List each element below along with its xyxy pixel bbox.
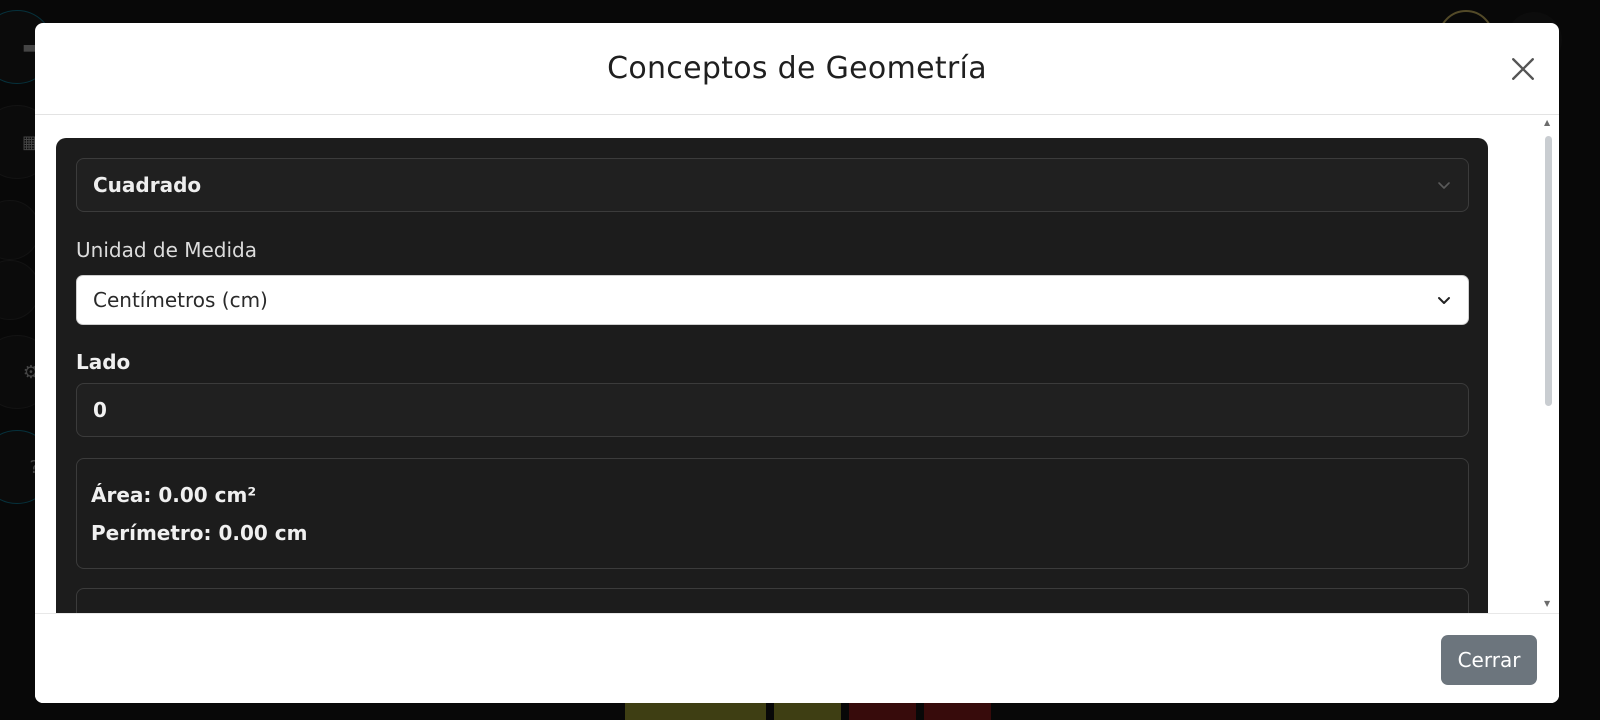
scroll-down-icon[interactable]: ▼: [1544, 599, 1550, 608]
scroll-thumb[interactable]: [1545, 136, 1552, 406]
side-input[interactable]: [76, 383, 1469, 437]
modal-scrollbar[interactable]: ▲ ▼: [1543, 118, 1553, 608]
chevron-down-icon: [1438, 182, 1450, 189]
close-icon: [1512, 58, 1534, 80]
close-modal-button[interactable]: Cerrar: [1441, 635, 1537, 685]
modal-header: Conceptos de Geometría: [35, 23, 1559, 115]
side-label: Lado: [76, 350, 131, 374]
unit-select-value: Centímetros (cm): [93, 288, 268, 312]
unit-label: Unidad de Medida: [76, 238, 257, 262]
perimeter-result: Perímetro: 0.00 cm: [91, 521, 308, 545]
geometry-panel: Cuadrado Unidad de Medida Centímetros (c…: [56, 138, 1488, 613]
next-section-box: [76, 588, 1469, 613]
results-box: Área: 0.00 cm² Perímetro: 0.00 cm: [76, 458, 1469, 569]
chevron-down-icon: [1438, 297, 1450, 304]
shape-select[interactable]: Cuadrado: [76, 158, 1469, 212]
modal-footer: Cerrar: [35, 613, 1559, 703]
shape-select-value: Cuadrado: [93, 173, 202, 197]
area-result: Área: 0.00 cm²: [91, 483, 257, 507]
geometry-modal: Conceptos de Geometría Cuadrado Unidad d…: [35, 23, 1559, 703]
close-button[interactable]: [1503, 49, 1543, 89]
scroll-up-icon[interactable]: ▲: [1544, 118, 1550, 127]
unit-select[interactable]: Centímetros (cm): [76, 275, 1469, 325]
modal-body[interactable]: Cuadrado Unidad de Medida Centímetros (c…: [35, 116, 1559, 613]
modal-title: Conceptos de Geometría: [607, 51, 987, 86]
